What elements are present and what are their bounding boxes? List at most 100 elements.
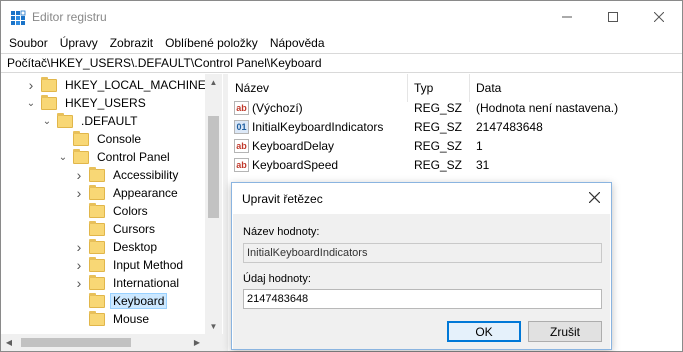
value-type: REG_SZ	[414, 101, 463, 115]
address-path: Počítač\HKEY_USERS\.DEFAULT\Control Pane…	[7, 56, 322, 70]
maximize-icon	[608, 12, 618, 22]
column-divider[interactable]	[407, 74, 408, 102]
menu-zobrazit[interactable]: Zobrazit	[106, 36, 157, 50]
chevron-down-icon[interactable]: ⌄	[41, 115, 53, 127]
folder-icon	[89, 256, 105, 272]
tree-item[interactable]: ⌄ HKEY_USERS	[25, 94, 148, 112]
tree-item-label: Control Panel	[97, 150, 170, 164]
tree-item-label: International	[113, 276, 180, 290]
value-data: (Hodnota není nastavena.)	[476, 101, 619, 115]
tree-vertical-scrollbar[interactable]: ▲ ▼	[205, 74, 222, 334]
menu-napoveda[interactable]: Nápověda	[266, 36, 329, 50]
maximize-button[interactable]	[590, 1, 636, 33]
dialog-body: Název hodnoty: InitialKeyboardIndicators…	[233, 214, 610, 349]
value-name-field: InitialKeyboardIndicators	[243, 243, 602, 263]
tree-item[interactable]: ⌄ Control Panel	[57, 148, 172, 166]
folder-icon	[57, 112, 73, 128]
string-value-icon: ab	[234, 139, 249, 153]
tree-item-label: .DEFAULT	[81, 114, 138, 128]
folder-icon	[41, 94, 57, 110]
close-icon	[588, 191, 600, 203]
tree-item-label: Keyboard	[109, 293, 168, 309]
tree-item[interactable]: › Desktop	[73, 238, 159, 256]
tree-item-label: Colors	[113, 204, 148, 218]
tree-item[interactable]: › Accessibility	[73, 166, 180, 184]
folder-icon	[89, 274, 105, 290]
title-bar: Editor registru	[1, 1, 682, 33]
chevron-right-icon[interactable]: ›	[73, 167, 85, 183]
tree-item[interactable]: › Appearance	[73, 184, 180, 202]
folder-icon	[89, 184, 105, 200]
chevron-right-icon[interactable]: ›	[25, 77, 37, 93]
value-data-label: Údaj hodnoty:	[243, 273, 311, 285]
value-data-input[interactable]: 2147483648	[243, 289, 602, 309]
scroll-up-arrow-icon[interactable]: ▲	[205, 74, 222, 90]
tree-item[interactable]: Keyboard	[73, 292, 168, 310]
tree-item[interactable]: Console	[57, 130, 143, 148]
menu-oblibene-polozky[interactable]: Oblíbené položky	[161, 36, 262, 50]
scroll-left-arrow-icon[interactable]: ◀	[1, 334, 17, 351]
dialog-close-button[interactable]	[585, 187, 603, 207]
value-type: REG_SZ	[414, 120, 463, 134]
folder-icon	[73, 130, 89, 146]
chevron-right-icon[interactable]: ›	[73, 257, 85, 273]
folder-icon	[73, 148, 89, 164]
tree-item[interactable]: Cursors	[73, 220, 157, 238]
scroll-down-arrow-icon[interactable]: ▼	[205, 318, 222, 334]
folder-icon	[89, 220, 105, 236]
value-row[interactable]: ab (Výchozí) REG_SZ (Hodnota není nastavena…	[228, 99, 682, 118]
menu-bar: Soubor Úpravy Zobrazit Oblíbené položky …	[1, 33, 682, 53]
value-data: 2147483648	[476, 120, 543, 134]
tree-item-label: Console	[97, 132, 142, 146]
menu-upravy[interactable]: Úpravy	[56, 36, 102, 50]
tree-horizontal-scrollbar[interactable]: ◀ ▶	[1, 334, 223, 351]
column-header-type[interactable]: Typ	[414, 78, 433, 98]
value-data: 31	[476, 158, 490, 172]
minimize-icon	[562, 16, 572, 18]
folder-icon	[89, 238, 105, 254]
tree-item[interactable]: › Input Method	[73, 256, 185, 274]
scroll-thumb[interactable]	[208, 116, 219, 218]
value-row[interactable]: ab KeyboardDelay REG_SZ 1	[228, 137, 682, 156]
cancel-button[interactable]: Zrušit	[528, 321, 602, 342]
menu-soubor[interactable]: Soubor	[5, 36, 52, 50]
string-value-icon: ab	[234, 101, 249, 115]
folder-icon	[89, 292, 105, 308]
value-type: REG_SZ	[414, 158, 463, 172]
registry-editor-window: Editor registru Soubor Úpravy Zobrazit O…	[0, 0, 683, 352]
tree-item[interactable]: Mouse	[73, 310, 151, 328]
binary-value-icon: 01	[234, 120, 249, 134]
chevron-down-icon[interactable]: ⌄	[57, 151, 69, 163]
tree-item-label: HKEY_USERS	[65, 96, 146, 110]
chevron-right-icon[interactable]: ›	[73, 185, 85, 201]
chevron-down-icon[interactable]: ⌄	[25, 97, 37, 109]
ok-button[interactable]: OK	[447, 321, 521, 342]
folder-icon	[89, 310, 105, 326]
tree-item[interactable]: › International	[73, 274, 181, 292]
tree-item-label: Accessibility	[113, 168, 179, 182]
close-button[interactable]	[636, 1, 682, 33]
tree-item-label: HKEY_LOCAL_MACHINE	[65, 78, 206, 92]
minimize-button[interactable]	[544, 1, 590, 33]
tree-item[interactable]: Colors	[73, 202, 150, 220]
tree-item-label: Input Method	[113, 258, 184, 272]
scroll-thumb-horizontal[interactable]	[21, 338, 131, 347]
tree-item-label: Desktop	[113, 240, 158, 254]
value-row[interactable]: ab KeyboardSpeed REG_SZ 31	[228, 156, 682, 175]
chevron-right-icon[interactable]: ›	[73, 239, 85, 255]
edit-string-dialog: Upravit řetězec Název hodnoty: InitialKe…	[231, 182, 612, 350]
tree-item[interactable]: › HKEY_LOCAL_MACHINE	[25, 76, 208, 94]
column-header-name[interactable]: Název	[235, 78, 269, 98]
column-header-data[interactable]: Data	[476, 78, 501, 98]
scroll-right-arrow-icon[interactable]: ▶	[189, 334, 205, 351]
chevron-right-icon[interactable]: ›	[73, 275, 85, 291]
value-row[interactable]: 01 InitialKeyboardIndicators REG_SZ 2147483…	[228, 118, 682, 137]
address-bar[interactable]: Počítač\HKEY_USERS\.DEFAULT\Control Pane…	[1, 53, 682, 73]
value-name-label: Název hodnoty:	[243, 226, 320, 238]
tree-item-label: Cursors	[113, 222, 156, 236]
column-divider[interactable]	[469, 74, 470, 102]
value-name: KeyboardSpeed	[252, 158, 339, 172]
tree-item[interactable]: ⌄ .DEFAULT	[41, 112, 139, 130]
